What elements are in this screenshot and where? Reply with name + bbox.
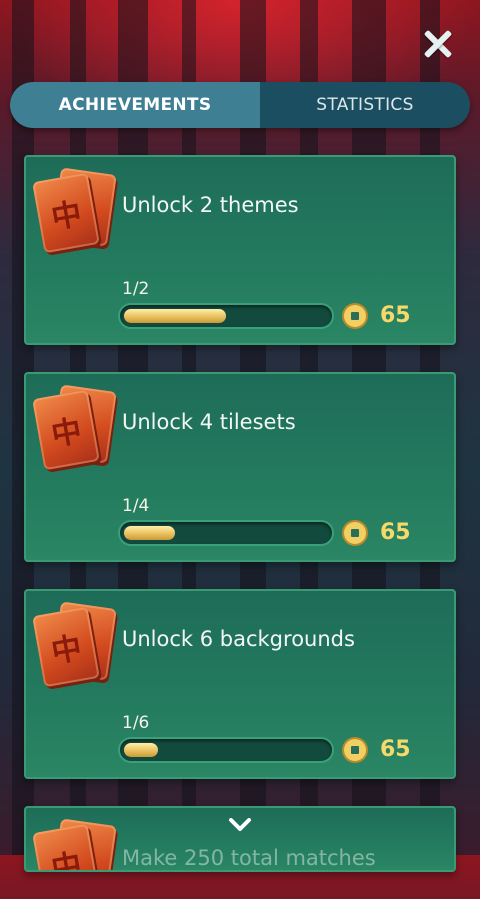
mahjong-tile-icon: 中 xyxy=(32,601,117,693)
progress-bar xyxy=(120,305,332,327)
coin-icon xyxy=(344,522,366,544)
achievement-title: Unlock 4 tilesets xyxy=(122,410,296,434)
progress-text: 1/2 xyxy=(122,279,150,299)
progress-fill xyxy=(124,526,175,540)
tab-bar: ACHIEVEMENTS STATISTICS xyxy=(10,82,470,128)
tab-achievements[interactable]: ACHIEVEMENTS xyxy=(10,82,260,128)
achievement-title: Unlock 6 backgrounds xyxy=(122,627,355,651)
reward-amount: 65 xyxy=(380,520,411,545)
coin-icon xyxy=(344,305,366,327)
achievement-card: 中 Unlock 6 backgrounds 1/6 65 xyxy=(24,589,456,779)
progress-fill xyxy=(124,309,226,323)
mahjong-tile-icon: 中 xyxy=(32,818,117,870)
progress-bar xyxy=(120,739,332,761)
coin-icon xyxy=(344,739,366,761)
achievement-card: 中 Unlock 4 tilesets 1/4 65 xyxy=(24,372,456,562)
mahjong-tile-icon: 中 xyxy=(32,167,117,259)
progress-bar xyxy=(120,522,332,544)
progress-text: 1/6 xyxy=(122,713,150,733)
tab-statistics[interactable]: STATISTICS xyxy=(260,82,470,128)
progress-fill xyxy=(124,743,158,757)
achievement-title: Make 250 total matches xyxy=(122,846,376,870)
close-button[interactable] xyxy=(420,26,456,62)
achievement-card: 中 Unlock 2 themes 1/2 65 xyxy=(24,155,456,345)
reward-amount: 65 xyxy=(380,737,411,762)
progress-text: 1/4 xyxy=(122,496,150,516)
achievement-list[interactable]: 中 Unlock 2 themes 1/2 65 中 Unlock 4 tile… xyxy=(24,155,456,899)
achievement-title: Unlock 2 themes xyxy=(122,193,299,217)
achievement-card: 中 Make 250 total matches xyxy=(24,806,456,872)
chevron-down-icon[interactable] xyxy=(228,818,252,832)
reward-amount: 65 xyxy=(380,303,411,328)
mahjong-tile-icon: 中 xyxy=(32,384,117,476)
